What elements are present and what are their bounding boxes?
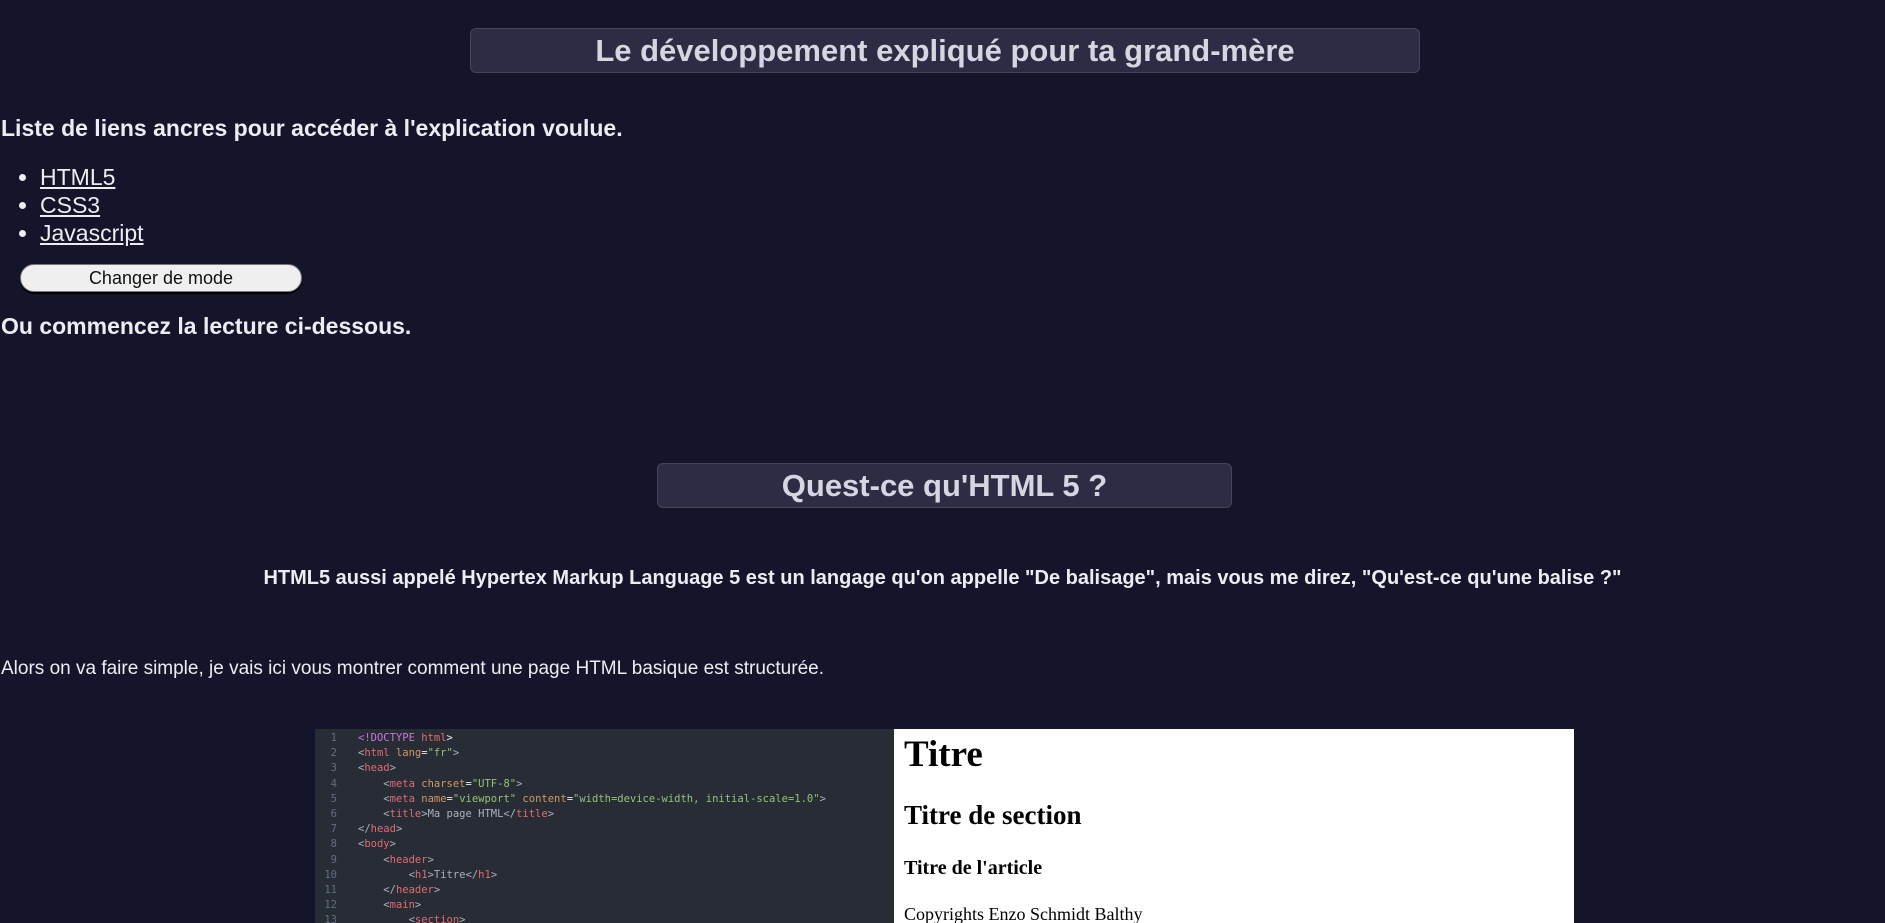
anchor-list: HTML5 CSS3 Javascript (0, 163, 144, 247)
code-line-number: 4 (330, 777, 337, 790)
code-line-text: <body> (358, 838, 396, 851)
explanation-paragraph: Alors on va faire simple, je vais ici vo… (1, 658, 824, 679)
code-line: 5 <meta name="viewport" content="width=d… (315, 792, 894, 807)
page-title: Le développement expliqué pour ta grand-… (470, 28, 1420, 73)
code-example-image: 1 <!DOCTYPE html> 2 <html lang="fr"> 3 <head>… (315, 729, 894, 923)
code-line: 4 <meta charset="UTF-8"> (315, 777, 894, 792)
preview-section-title: Titre de section (904, 800, 1082, 830)
code-line-text: <html lang="fr"> (358, 747, 460, 760)
start-reading-heading: Ou commencez la lecture ci-dessous. (1, 313, 412, 339)
anchor-link-javascript[interactable]: Javascript (40, 220, 144, 246)
code-line: 1 <!DOCTYPE html> (315, 731, 894, 746)
intro-paragraph: HTML5 aussi appelé Hypertex Markup Langu… (263, 567, 1622, 589)
code-line-text: </header> (383, 883, 441, 896)
code-line: 3 <head> (315, 761, 894, 776)
anchor-list-heading: Liste de liens ancres pour accéder à l'e… (1, 115, 623, 141)
code-line: 9 <header> (315, 853, 894, 868)
list-item: HTML5 (40, 163, 144, 191)
code-line-number: 3 (330, 762, 337, 775)
code-line-text: <h1>Titre</h1> (408, 868, 498, 881)
change-mode-button[interactable]: Changer de mode (20, 264, 302, 292)
code-line-text: <title>Ma page HTML</title> (383, 807, 555, 820)
code-line-number: 9 (330, 853, 337, 866)
code-line-number: 2 (330, 747, 337, 760)
rendered-preview-image: Titre Titre de section Titre de l'articl… (894, 729, 1574, 923)
anchor-link-html5[interactable]: HTML5 (40, 164, 115, 190)
code-line: 2 <html lang="fr"> (315, 746, 894, 761)
code-line-number: 1 (330, 732, 337, 744)
code-line-number: 6 (330, 807, 337, 820)
code-line-number: 5 (330, 792, 337, 805)
list-item: CSS3 (40, 191, 144, 219)
code-line-number: 10 (324, 868, 337, 881)
code-line-number: 12 (324, 899, 337, 912)
code-line-number: 11 (324, 883, 337, 896)
code-line: 12 <main> (315, 898, 894, 913)
code-line: 8 <body> (315, 837, 894, 852)
code-line: 11 </header> (315, 883, 894, 898)
preview-copyright: Copyrights Enzo Schmidt Balthy (904, 904, 1143, 923)
code-line-number: 13 (324, 914, 337, 923)
code-line-text: <meta charset="UTF-8"> (383, 777, 523, 790)
code-line: 10 <h1>Titre</h1> (315, 868, 894, 883)
code-line-text: <main> (383, 899, 422, 912)
code-line-text: <meta name="viewport" content="width=dev… (383, 792, 826, 805)
section-title: Quest-ce qu'HTML 5 ? (657, 463, 1232, 508)
code-line-text: <head> (358, 762, 396, 775)
list-item: Javascript (40, 219, 144, 247)
code-line-number: 7 (330, 823, 337, 836)
code-line-text: <header> (383, 853, 434, 866)
code-line-text: </head> (358, 823, 403, 836)
code-line: 13 <section> (315, 913, 894, 923)
code-line-text: <section> (408, 914, 466, 923)
code-line: 6 <title>Ma page HTML</title> (315, 807, 894, 822)
code-line-text: <!DOCTYPE html> (358, 732, 453, 744)
preview-title: Titre (904, 734, 983, 775)
code-line-number: 8 (330, 838, 337, 851)
preview-article-title: Titre de l'article (904, 857, 1043, 879)
anchor-link-css3[interactable]: CSS3 (40, 192, 100, 218)
code-line: 7 </head> (315, 822, 894, 837)
